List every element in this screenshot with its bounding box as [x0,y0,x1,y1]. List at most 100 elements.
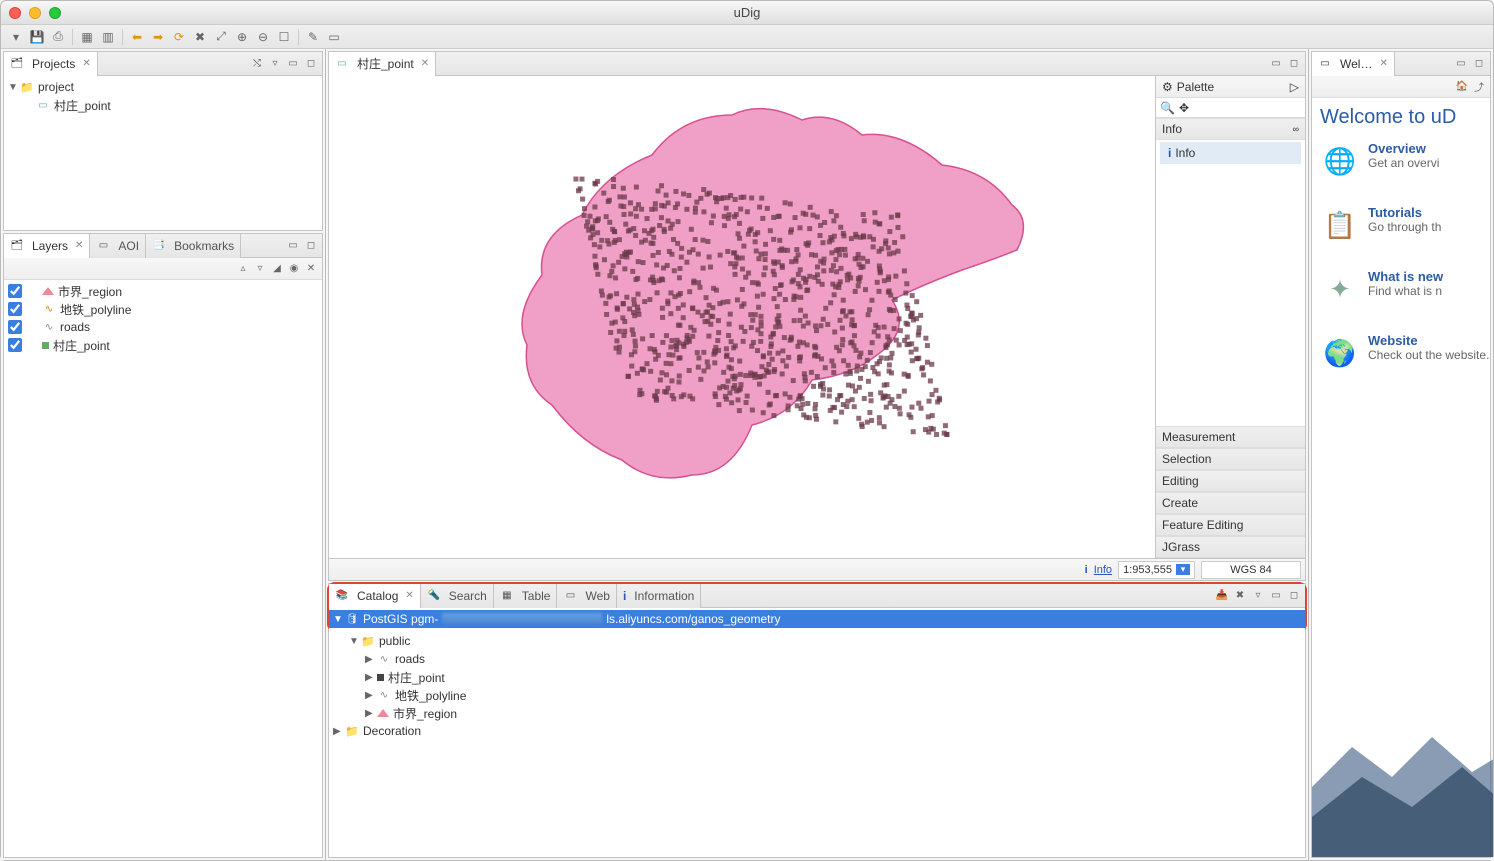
table-icon: ▦ [500,589,514,603]
back-icon[interactable]: ⬅ [128,28,146,46]
close-icon[interactable]: ✕ [405,590,413,601]
minimize-icon[interactable]: ▭ [286,239,300,253]
chevron-right-icon[interactable]: ▷ [1290,80,1299,94]
scale-input[interactable]: 1:953,555▾ [1118,561,1195,579]
forward-icon[interactable]: ➡ [149,28,167,46]
info-tool[interactable]: iInfo [1160,142,1301,164]
palette-group[interactable]: Measurement [1156,426,1305,448]
window-title: uDig [734,5,761,20]
layer-visibility-checkbox[interactable] [8,284,22,298]
minimize-icon[interactable]: ▭ [286,57,300,71]
delete-icon[interactable]: ✕ [304,262,318,276]
filter-icon[interactable]: ◉ [287,262,301,276]
palette-group[interactable]: Feature Editing [1156,514,1305,536]
tools-icon[interactable]: ✖ [191,28,209,46]
welcome-item-icon: 🌐 [1320,141,1360,181]
pt2-icon [377,674,384,681]
layer-row[interactable]: 地铁_polyline [4,300,322,318]
tab-catalog[interactable]: 📚Catalog✕ [329,584,421,608]
import-icon[interactable]: 📥 [1215,589,1229,603]
tab-bookmarks[interactable]: 📑 Bookmarks [146,234,241,258]
maximize-icon[interactable]: ◻ [304,57,318,71]
tab-table[interactable]: ▦Table [494,584,558,608]
collapse-icon[interactable]: ∞ [1293,124,1299,134]
menu-icon[interactable]: ▿ [268,57,282,71]
map-tab[interactable]: 村庄_point ✕ [329,52,436,76]
welcome-item[interactable]: 🌍WebsiteCheck out the website. [1320,333,1482,373]
web-icon: ▭ [563,589,577,603]
palette-group[interactable]: JGrass [1156,536,1305,558]
map-icon [335,57,349,71]
edit-icon[interactable]: ✎ [304,28,322,46]
save-icon[interactable]: 💾 [28,28,46,46]
print-icon[interactable]: ⎙ [49,28,67,46]
minimize-window-button[interactable] [29,7,41,19]
maximize-icon[interactable]: ◻ [1287,589,1301,603]
expand-icon[interactable]: ⤢ [212,28,230,46]
map-canvas[interactable] [329,76,1155,558]
zoom-out-icon[interactable]: ⊖ [254,28,272,46]
catalog-schema[interactable]: ▼public [329,632,1305,650]
zoom-window-button[interactable] [49,7,61,19]
catalog-postgis-node[interactable]: ▼ PostGIS pgm- ls.aliyuncs.com/ganos_geo… [329,610,1305,628]
maximize-icon[interactable]: ◻ [1472,57,1486,71]
layer-visibility-checkbox[interactable] [8,338,22,352]
zoom-in-icon[interactable]: ⊕ [233,28,251,46]
search-icon[interactable]: 🔍 [1160,101,1175,115]
layer-row[interactable]: 村庄_point [4,336,322,354]
project-map[interactable]: 村庄_point [4,96,322,114]
tab-search[interactable]: 🔦Search [421,584,494,608]
layer-row[interactable]: 市界_region [4,282,322,300]
aoi-icon: ▭ [96,239,110,253]
nav-icon[interactable]: ⤴ [1472,80,1486,94]
close-icon[interactable]: ✕ [82,58,90,69]
catalog-decoration[interactable]: ▶Decoration [329,722,1305,740]
catalog-table[interactable]: ▶村庄_point [329,668,1305,686]
tab-welcome[interactable]: ▭Wel…✕ [1312,52,1395,76]
tab-information[interactable]: iInformation [617,584,701,608]
info-link[interactable]: Info [1094,564,1112,576]
maximize-icon[interactable]: ◻ [1287,57,1301,71]
tab-layers[interactable]: 🗂 Layers ✕ [4,234,90,258]
maximize-icon[interactable]: ◻ [304,239,318,253]
refresh-icon[interactable]: ⟳ [170,28,188,46]
minimize-icon[interactable]: ▭ [1454,57,1468,71]
catalog-table[interactable]: ▶地铁_polyline [329,686,1305,704]
close-icon[interactable]: ✕ [1379,58,1387,69]
select-icon[interactable]: ☐ [275,28,293,46]
palette-group[interactable]: Create [1156,492,1305,514]
link-icon[interactable]: ⤭ [250,57,264,71]
menu-icon[interactable]: ▿ [1251,589,1265,603]
close-icon[interactable]: ✕ [75,240,83,251]
layer-visibility-checkbox[interactable] [8,302,22,316]
line2-icon [377,652,391,666]
commit-icon[interactable]: ▭ [325,28,343,46]
home-icon[interactable]: 🏠 [1455,80,1469,94]
remove-icon[interactable]: ✖ [1233,589,1247,603]
welcome-item[interactable]: 📋TutorialsGo through th [1320,205,1482,245]
new-icon[interactable]: ▾ [7,28,25,46]
style-icon[interactable]: ◢ [270,262,284,276]
tab-aoi[interactable]: ▭ AOI [90,234,146,258]
move-icon[interactable]: ✥ [1179,101,1189,115]
down-icon[interactable]: ▿ [253,262,267,276]
grid-icon[interactable]: ▦ [78,28,96,46]
layer-visibility-checkbox[interactable] [8,320,22,334]
welcome-item[interactable]: 🌐OverviewGet an overvi [1320,141,1482,181]
tab-projects[interactable]: 🗂 Projects ✕ [4,52,98,76]
minimize-icon[interactable]: ▭ [1269,57,1283,71]
palette-group[interactable]: Selection [1156,448,1305,470]
close-window-button[interactable] [9,7,21,19]
welcome-item[interactable]: ✦What is newFind what is n [1320,269,1482,309]
catalog-table[interactable]: ▶roads [329,650,1305,668]
minimize-icon[interactable]: ▭ [1269,589,1283,603]
crs-display[interactable]: WGS 84 [1201,561,1301,579]
up-icon[interactable]: ▵ [236,262,250,276]
tab-web[interactable]: ▭Web [557,584,616,608]
layout-icon[interactable]: ▥ [99,28,117,46]
project-root[interactable]: ▼ project [4,78,322,96]
close-icon[interactable]: ✕ [421,58,429,69]
layer-row[interactable]: roads [4,318,322,336]
palette-group[interactable]: Editing [1156,470,1305,492]
catalog-table[interactable]: ▶市界_region [329,704,1305,722]
